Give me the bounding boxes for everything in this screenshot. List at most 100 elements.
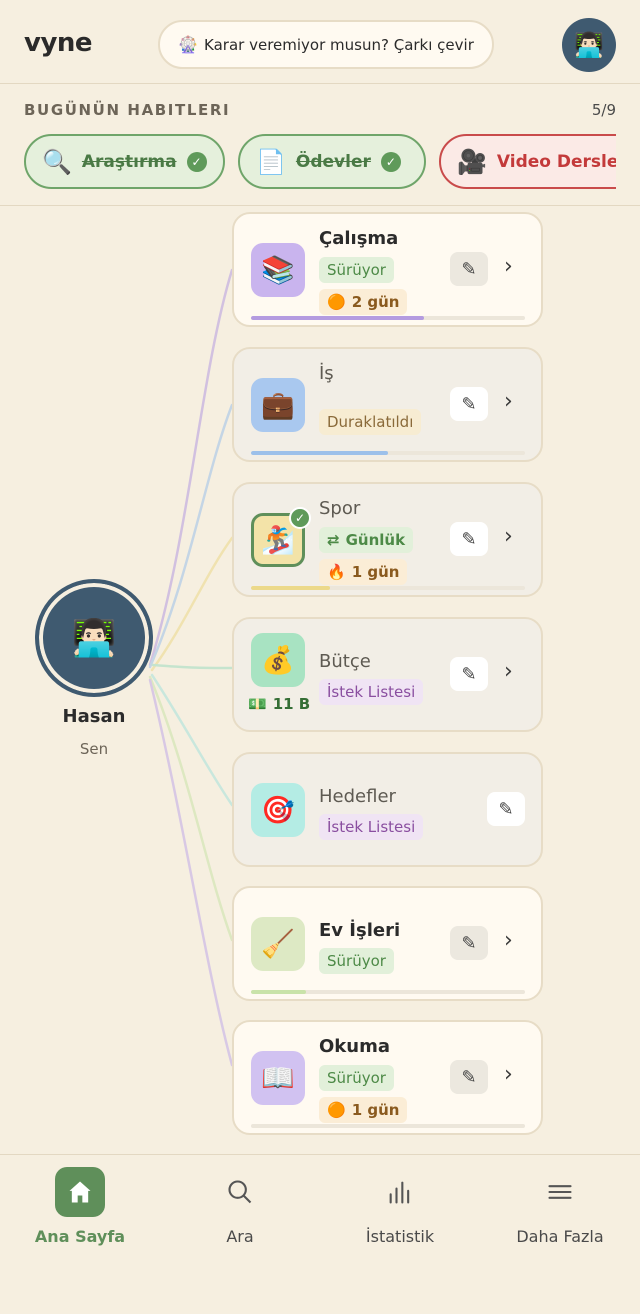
habit-card-is[interactable]: 💼 İş Duraklatıldı ✎ › <box>232 347 543 462</box>
habit-title: Okuma <box>319 1036 390 1057</box>
budget-amount-label: 11 B <box>272 695 311 713</box>
streak-label: 1 gün <box>351 563 400 581</box>
edit-button[interactable]: ✎ <box>450 657 488 691</box>
chip-label: Araştırma <box>81 151 177 172</box>
pencil-icon: ✎ <box>461 393 477 415</box>
app-logo[interactable]: vyne <box>24 28 93 58</box>
habit-chip-video-dersler[interactable]: 🎥 Video Dersle <box>439 134 616 189</box>
streak-badge: 🟠 2 gün <box>319 289 408 315</box>
habit-progress-bar <box>251 1124 525 1128</box>
habit-card-okuma[interactable]: 📖 Okuma Sürüyor 🟠 1 gün ✎ › <box>232 1020 543 1135</box>
today-habit-chips: 🔍 Araştırma ✓ 📄 Ödevler ✓ 🎥 Video Dersle <box>24 134 616 190</box>
chevron-right-icon[interactable]: › <box>504 254 513 279</box>
home-icon <box>55 1167 105 1217</box>
progress-fill <box>251 451 388 455</box>
repeat-icon: ⇄ <box>327 531 340 549</box>
check-icon: ✓ <box>186 151 207 172</box>
stats-icon <box>375 1167 425 1217</box>
nav-label: Daha Fazla <box>516 1227 604 1246</box>
snowboarder-icon: 🏂 <box>261 525 295 556</box>
habit-title: Hedefler <box>319 786 396 807</box>
ferris-wheel-icon: 🎡 <box>178 35 199 54</box>
check-icon: ✓ <box>289 507 311 529</box>
habit-title: İş <box>319 363 334 384</box>
chevron-right-icon[interactable]: › <box>504 928 513 953</box>
profile-avatar[interactable]: 👨🏻‍💻 <box>562 18 616 72</box>
chevron-right-icon[interactable]: › <box>504 524 513 549</box>
habit-title: Çalışma <box>319 228 399 249</box>
habit-card-hedefler[interactable]: 🎯 Hedefler İstek Listesi ✎ <box>232 752 543 867</box>
nav-more[interactable]: Daha Fazla <box>480 1167 640 1246</box>
edit-button[interactable]: ✎ <box>450 252 488 286</box>
habit-card-calisma[interactable]: 📚 Çalışma Sürüyor 🟠 2 gün ✎ › <box>232 212 543 327</box>
status-badge: Sürüyor <box>319 257 394 283</box>
books-icon: 📚 <box>261 255 295 286</box>
bottom-navigation: Ana Sayfa Ara İstatistik Daha Fazla <box>0 1154 640 1314</box>
habit-chip-odevler[interactable]: 📄 Ödevler ✓ <box>238 134 426 189</box>
user-name: Hasan <box>62 706 126 727</box>
habit-icon-box: 📚 <box>251 243 305 297</box>
nav-search[interactable]: Ara <box>160 1167 320 1246</box>
habit-icon-box: 💰 <box>251 633 305 687</box>
chevron-right-icon[interactable]: › <box>504 659 513 684</box>
briefcase-icon: 💼 <box>261 390 295 421</box>
habit-title: Ev İşleri <box>319 920 401 941</box>
edit-button[interactable]: ✎ <box>487 792 525 826</box>
habit-progress-bar <box>251 990 525 994</box>
habit-progress-bar <box>251 451 525 455</box>
pencil-icon: ✎ <box>498 798 514 820</box>
habit-card-ev-isleri[interactable]: 🧹 Ev İşleri Sürüyor ✎ › <box>232 886 543 1001</box>
habit-card-butce[interactable]: 💰 💵 11 B Bütçe İstek Listesi ✎ › <box>232 617 543 732</box>
open-book-icon: 📖 <box>261 1063 295 1094</box>
habit-title: Spor <box>319 498 361 519</box>
user-avatar-node[interactable]: 👨🏻‍💻 <box>35 579 153 697</box>
streak-badge: 🟠 1 gün <box>319 1097 408 1123</box>
habit-icon-box: 🏂 ✓ <box>251 507 311 567</box>
video-camera-icon: 🎥 <box>457 147 487 176</box>
nav-label: Ana Sayfa <box>34 1227 126 1246</box>
habit-card-spor[interactable]: 🏂 ✓ Spor ⇄ Günlük 🔥 1 gün ✎ › <box>232 482 543 597</box>
habit-chip-arastirma[interactable]: 🔍 Araştırma ✓ <box>24 134 225 189</box>
status-badge: İstek Listesi <box>319 814 424 840</box>
nav-home[interactable]: Ana Sayfa <box>0 1167 160 1246</box>
habit-icon-box: 📖 <box>251 1051 305 1105</box>
streak-label: 2 gün <box>351 293 400 311</box>
streak-label: 1 gün <box>351 1101 400 1119</box>
streak-badge: 🔥 1 gün <box>319 559 408 585</box>
habit-progress-bar <box>251 586 525 590</box>
search-icon <box>215 1167 265 1217</box>
money-bag-icon: 💰 <box>261 645 295 676</box>
broom-icon: 🧹 <box>261 929 295 960</box>
status-badge: ⇄ Günlük <box>319 527 414 553</box>
habit-icon-box: 🎯 <box>251 783 305 837</box>
streak-icon: 🟠 <box>327 1101 346 1119</box>
edit-button[interactable]: ✎ <box>450 926 488 960</box>
app-header: vyne 🎡 Karar veremiyor musun? Çarkı çevi… <box>0 0 640 84</box>
pencil-icon: ✎ <box>461 1066 477 1088</box>
chevron-right-icon[interactable]: › <box>504 1062 513 1087</box>
user-avatar-emoji: 👨🏻‍💻 <box>71 618 117 659</box>
spin-wheel-button[interactable]: 🎡 Karar veremiyor musun? Çarkı çevir <box>158 20 494 69</box>
nav-label: İstatistik <box>365 1227 435 1246</box>
progress-fill <box>251 586 331 590</box>
nav-label: Ara <box>226 1227 254 1246</box>
check-icon: ✓ <box>380 151 401 172</box>
progress-fill <box>251 316 424 320</box>
pencil-icon: ✎ <box>461 258 477 280</box>
budget-amount: 💵 11 B <box>248 695 310 713</box>
today-habits-count: 5/9 <box>591 101 616 119</box>
status-label: Günlük <box>345 531 406 549</box>
banknote-icon: 💵 <box>248 695 267 713</box>
edit-button[interactable]: ✎ <box>450 522 488 556</box>
chevron-right-icon[interactable]: › <box>504 389 513 414</box>
status-badge: Sürüyor <box>319 948 394 974</box>
edit-button[interactable]: ✎ <box>450 387 488 421</box>
spin-wheel-label: Karar veremiyor musun? Çarkı çevir <box>204 35 474 54</box>
avatar-emoji: 👨🏻‍💻 <box>574 31 604 59</box>
pencil-icon: ✎ <box>461 663 477 685</box>
streak-icon: 🟠 <box>327 293 346 311</box>
progress-fill <box>251 990 306 994</box>
fire-icon: 🔥 <box>327 563 346 581</box>
nav-statistics[interactable]: İstatistik <box>320 1167 480 1246</box>
edit-button[interactable]: ✎ <box>450 1060 488 1094</box>
